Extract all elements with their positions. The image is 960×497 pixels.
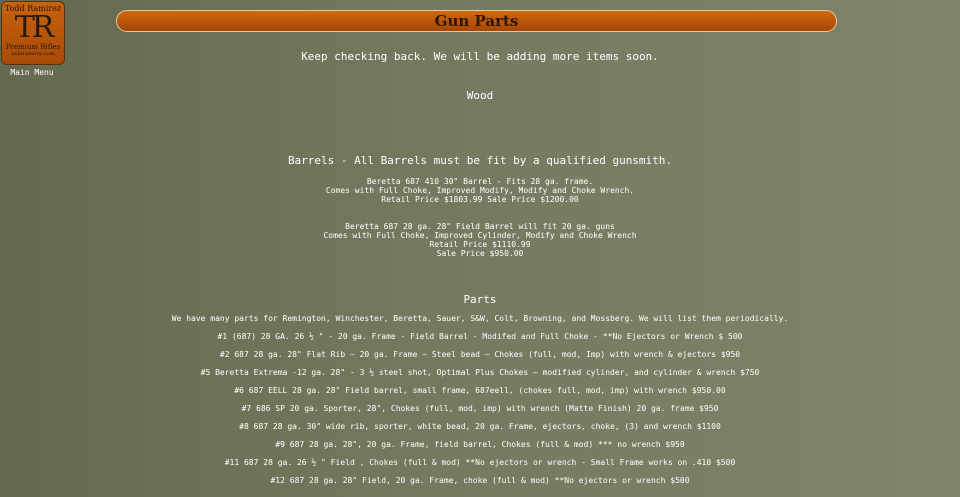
notice-text: Keep checking back. We will be adding mo…: [301, 50, 659, 63]
barrel-item: Beretta 687 410 30" Barrel - Fits 28 ga.…: [0, 177, 960, 204]
list-item: #8 687 28 ga. 30" wide rib, sporter, whi…: [239, 422, 721, 431]
logo-monogram: TR: [14, 10, 55, 45]
list-item: #5 Beretta Extrema -12 ga. 28" - 3 ½ ste…: [200, 368, 760, 377]
parts-intro: We have many parts for Remington, Winche…: [171, 314, 789, 323]
section-heading-parts: Parts: [463, 293, 497, 306]
parts-list: We have many parts for Remington, Winche…: [0, 313, 960, 493]
list-item: #6 687 EELL 28 ga. 28" Field barrel, sma…: [234, 386, 726, 395]
section-heading-barrels: Barrels - All Barrels must be fit by a q…: [287, 154, 673, 167]
list-item: #2 687 28 ga. 28" Flat Rib – 20 ga. Fram…: [219, 350, 741, 359]
barrel-line: Comes with Full Choke, Improved Cylinder…: [323, 231, 637, 240]
page-header: Gun Parts: [116, 10, 837, 32]
list-item: #12 687 28 ga. 28" Field, 20 ga. Frame, …: [270, 476, 690, 485]
list-item: #7 686 SP 20 ga. Sporter, 28", Chokes (f…: [241, 404, 719, 413]
main-menu-link[interactable]: Main Menu: [0, 68, 64, 77]
page-title: Gun Parts: [434, 12, 519, 30]
barrel-item: Beretta 687 28 ga. 28" Field Barrel will…: [0, 222, 960, 258]
section-heading-wood: Wood: [466, 89, 494, 102]
barrel-line: Beretta 687 28 ga. 28" Field Barrel will…: [345, 222, 615, 231]
barrel-price: Retail Price $1110.99: [429, 240, 531, 249]
barrel-price: Retail Price $1803.99 Sale Price $1200.0…: [381, 195, 579, 204]
list-item: #9 687 28 ga. 28", 20 ga. Frame, field b…: [275, 440, 685, 449]
list-item: #11 687 28 ga. 26 ½ " Field , Chokes (fu…: [224, 458, 736, 467]
barrel-line: Comes with Full Choke, Improved Modify, …: [325, 186, 635, 195]
list-item: #1 (687) 28 GA. 26 ½ " - 20 ga. Frame - …: [217, 332, 743, 341]
barrel-line: Beretta 687 410 30" Barrel - Fits 28 ga.…: [366, 177, 594, 186]
barrel-sale-price: Sale Price $950.00: [436, 249, 524, 258]
